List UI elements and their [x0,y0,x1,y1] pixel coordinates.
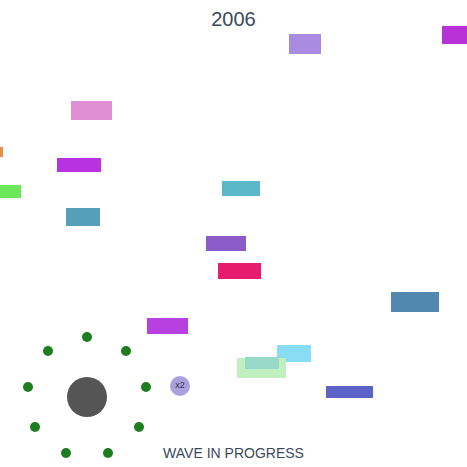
brick [0,185,21,198]
brick [289,34,321,54]
shield-orb [23,382,33,392]
brick [391,292,439,312]
shield-orb [43,346,53,356]
shield-orb [103,448,113,458]
shield-orb [134,422,144,432]
brick [326,386,373,398]
brick [218,263,261,279]
game-screen: 2006 x2 WAVE IN PROGRESS [0,0,467,467]
powerup: x2 [170,376,190,396]
shield-orb [82,332,92,342]
player[interactable] [67,377,107,417]
brick [222,181,260,196]
brick [206,236,246,251]
brick [245,357,279,369]
brick [66,208,100,226]
score: 2006 [211,0,256,32]
shield-orb [121,346,131,356]
brick [57,158,101,172]
brick [147,318,188,334]
status-text: WAVE IN PROGRESS [163,444,304,467]
shield-orb [61,448,71,458]
shield-orb [141,382,151,392]
brick [442,26,467,44]
brick [0,147,3,157]
shield-orb [30,422,40,432]
brick [71,101,112,120]
